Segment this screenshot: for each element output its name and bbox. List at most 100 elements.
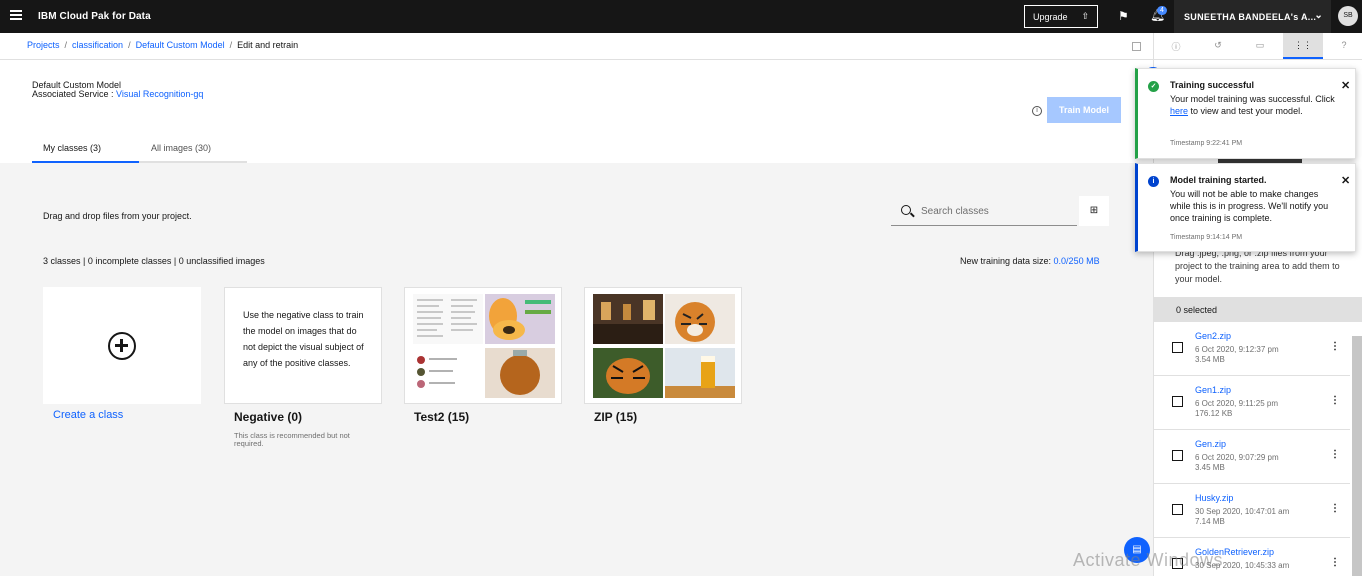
breadcrumb-separator: / — [64, 40, 68, 50]
breadcrumb-classification[interactable]: classification — [72, 40, 123, 50]
file-size: 3.54 MB — [1195, 355, 1225, 364]
tab-my-classes[interactable]: My classes (3) — [43, 143, 101, 153]
negative-class-description: Use the negative class to train the mode… — [243, 310, 364, 368]
search-classes[interactable] — [891, 198, 1077, 226]
comment-icon[interactable]: ▭ — [1240, 33, 1280, 59]
service-label: Associated Service : — [32, 89, 117, 99]
service-link[interactable]: Visual Recognition-gq — [116, 89, 203, 99]
drag-instructions: Drag and drop files from your project. — [43, 211, 192, 221]
training-data-size: New training data size: 0.0/250 MB — [960, 256, 1100, 266]
file-name[interactable]: Husky.zip — [1195, 493, 1233, 503]
panel-scrollbar[interactable] — [1352, 336, 1362, 576]
tiger-thumbnail-graphic — [675, 302, 715, 342]
negative-class-card[interactable]: Use the negative class to train the mode… — [224, 287, 382, 404]
thumbnail-profile-list — [413, 348, 483, 398]
brand-name[interactable]: IBM Cloud Pak for Data — [38, 11, 151, 22]
flag-icon[interactable]: ⚑ — [1118, 9, 1129, 23]
overflow-menu-icon[interactable]: ⋮ — [1330, 503, 1340, 514]
avatar[interactable]: SB — [1338, 6, 1358, 26]
toast-here-link[interactable]: here — [1170, 106, 1188, 116]
create-class-card[interactable] — [43, 287, 201, 404]
file-row[interactable]: Husky.zip 30 Sep 2020, 10:47:01 am 7.14 … — [1154, 484, 1350, 538]
file-name[interactable]: Gen2.zip — [1195, 331, 1231, 341]
restaurant-thumbnail-graphic — [593, 300, 663, 344]
overflow-menu-icon[interactable]: ⋮ — [1330, 341, 1340, 352]
overflow-menu-icon[interactable]: ⋮ — [1330, 449, 1340, 460]
file-checkbox[interactable] — [1172, 504, 1183, 515]
beer-thumbnail-graphic — [665, 356, 735, 398]
save-icon[interactable] — [1132, 42, 1141, 51]
account-switcher[interactable]: SUNEETHA BANDEELA's A... ⌄ — [1174, 0, 1331, 33]
class-tabs: My classes (3) All images (30) — [32, 135, 247, 163]
profile-list-thumbnail-graphic — [417, 356, 457, 388]
test2-class-card[interactable] — [404, 287, 562, 404]
file-size: 7.14 MB — [1195, 517, 1225, 526]
papaya-thumbnail-graphic — [489, 298, 551, 340]
thumbnail-tiger-grass — [593, 348, 663, 398]
negative-class-note: This class is recommended but not requir… — [234, 431, 350, 448]
file-checkbox[interactable] — [1172, 342, 1183, 353]
thumbnail-restaurant — [593, 294, 663, 344]
add-icon — [108, 332, 136, 360]
info-icon[interactable]: ⓘ — [1156, 33, 1196, 59]
chevron-down-icon: ⌄ — [1314, 10, 1323, 21]
file-row[interactable]: Gen2.zip 6 Oct 2020, 9:12:37 pm 3.54 MB … — [1154, 322, 1350, 376]
tab-all-images[interactable]: All images (30) — [151, 143, 211, 153]
upgrade-button[interactable]: Upgrade ⇧ — [1024, 5, 1098, 28]
close-icon[interactable]: ✕ — [1341, 79, 1350, 92]
history-icon[interactable]: ↺ — [1198, 33, 1238, 59]
grid-view-icon[interactable]: ⊞ — [1079, 196, 1109, 226]
file-size: 176.12 KB — [1195, 409, 1233, 418]
toast-body-text: Your model training was successful. Clic… — [1170, 94, 1335, 104]
close-icon[interactable]: ✕ — [1341, 174, 1350, 187]
account-name: SUNEETHA BANDEELA's A... — [1184, 12, 1317, 22]
negative-class-title[interactable]: Negative (0) — [234, 410, 302, 424]
datasize-label: New training data size: — [960, 256, 1054, 266]
honey-jar-thumbnail-graphic — [500, 350, 540, 395]
toast-timestamp: Timestamp 9:14:14 PM — [1170, 234, 1243, 241]
tiger-grass-thumbnail-graphic — [606, 358, 650, 394]
breadcrumb-model[interactable]: Default Custom Model — [136, 40, 225, 50]
file-row[interactable]: Gen1.zip 6 Oct 2020, 9:11:25 pm 176.12 K… — [1154, 376, 1350, 430]
overflow-menu-icon[interactable]: ⋮ — [1330, 395, 1340, 406]
file-checkbox[interactable] — [1172, 450, 1183, 461]
search-icon — [901, 205, 911, 215]
training-started-toast: i Model training started. You will not b… — [1135, 163, 1356, 252]
associated-service: Associated Service : Visual Recognition-… — [32, 89, 203, 99]
activate-windows-watermark: Activate Windows — [1073, 550, 1224, 570]
notification-count-badge: 4 — [1157, 6, 1167, 15]
classes-area: Drag and drop files from your project. ⊞… — [0, 163, 1153, 576]
class-stats: 3 classes | 0 incomplete classes | 0 unc… — [43, 256, 265, 266]
training-success-toast: ✓ Training successful Your model trainin… — [1135, 68, 1356, 159]
test2-class-title[interactable]: Test2 (15) — [414, 410, 469, 424]
file-name[interactable]: Gen1.zip — [1195, 385, 1231, 395]
document-thumbnail-graphic — [417, 299, 477, 337]
data-panel-icon[interactable]: ⋮⋮ — [1283, 33, 1323, 59]
breadcrumb-projects[interactable]: Projects — [27, 40, 60, 50]
file-date: 30 Sep 2020, 10:47:01 am — [1195, 507, 1290, 516]
search-input[interactable] — [921, 203, 1071, 219]
zip-class-title[interactable]: ZIP (15) — [594, 410, 637, 424]
create-class-link[interactable]: Create a class — [53, 409, 123, 421]
menu-icon[interactable] — [10, 10, 22, 22]
thumbnail-honey-jar — [485, 348, 555, 398]
breadcrumb-separator: / — [128, 40, 131, 50]
train-model-button[interactable]: Train Model — [1047, 97, 1121, 123]
selected-count: 0 selected — [1154, 297, 1362, 322]
zip-class-card[interactable] — [584, 287, 742, 404]
file-date: 6 Oct 2020, 9:11:25 pm — [1195, 399, 1279, 408]
file-size: 3.45 MB — [1195, 463, 1225, 472]
file-checkbox[interactable] — [1172, 396, 1183, 407]
file-row[interactable]: Gen.zip 6 Oct 2020, 9:07:29 pm 3.45 MB ⋮ — [1154, 430, 1350, 484]
data-panel-hint: Drag .jpeg, .png, or .zip files from you… — [1175, 248, 1340, 284]
datasize-value[interactable]: 0.0/250 MB — [1054, 256, 1100, 266]
thumbnail-document — [413, 294, 483, 344]
thumbnail-tiger — [665, 294, 735, 344]
upgrade-icon: ⇧ — [1081, 11, 1089, 21]
file-name[interactable]: Gen.zip — [1195, 439, 1226, 449]
toast-timestamp: Timestamp 9:22:41 PM — [1170, 140, 1243, 147]
overflow-menu-icon[interactable]: ⋮ — [1330, 557, 1340, 568]
toast-body: Your model training was successful. Clic… — [1170, 93, 1340, 117]
info-icon[interactable]: i — [1032, 106, 1042, 116]
help-icon[interactable]: ? — [1324, 33, 1362, 59]
